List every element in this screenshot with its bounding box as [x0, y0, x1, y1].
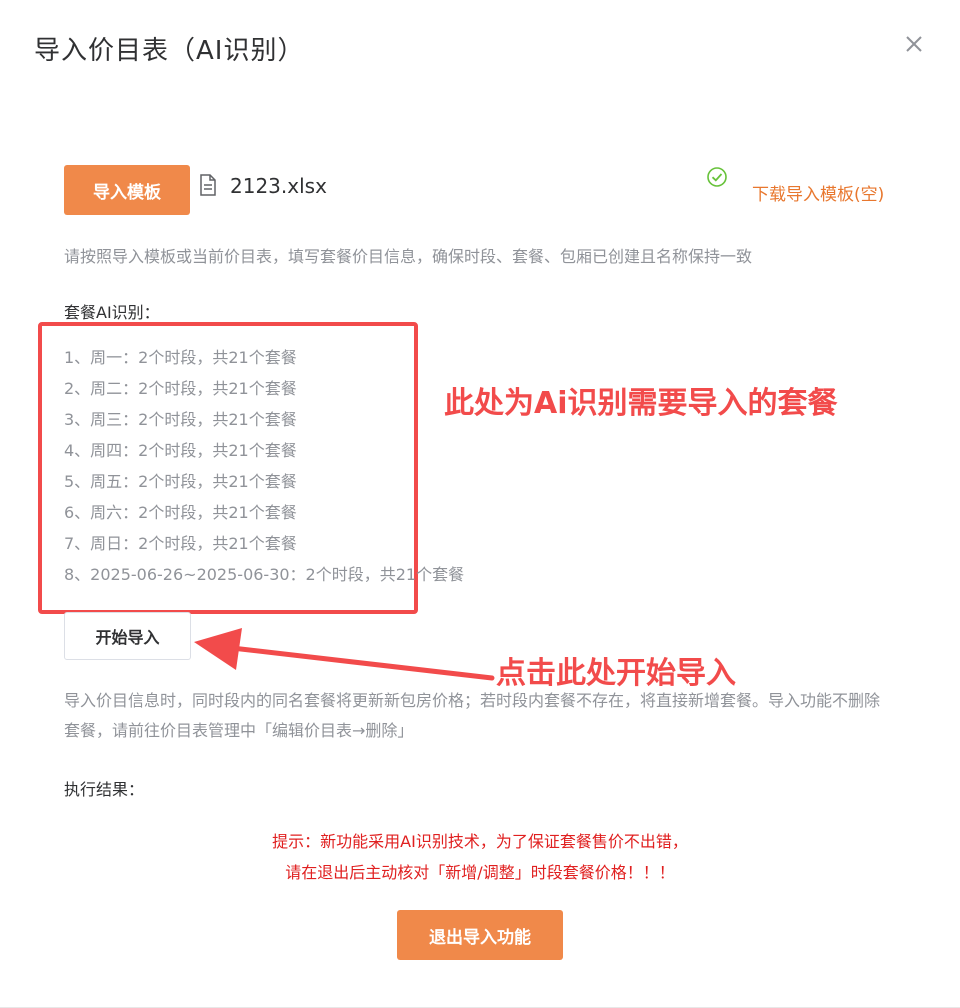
check-circle-icon [707, 167, 727, 187]
file-icon [200, 174, 216, 196]
list-item: 4、周四：2个时段，共21个套餐 [64, 441, 297, 460]
list-item: 8、2025-06-26~2025-06-30：2个时段，共21个套餐 [64, 565, 465, 584]
annotation-ai-note: 此处为Ai识别需要导入的套餐 [444, 386, 838, 421]
exit-import-button[interactable]: 退出导入功能 [397, 910, 563, 960]
list-item: 5、周五：2个时段，共21个套餐 [64, 472, 297, 491]
import-notice: 导入价目信息时，同时段内的同名套餐将更新新包房价格；若时段内套餐不存在，将直接新… [64, 691, 881, 740]
dialog-title: 导入价目表（AI识别） [34, 36, 305, 66]
start-import-button[interactable]: 开始导入 [64, 612, 191, 660]
tip-line-2: 请在退出后主动核对「新增/调整」时段套餐价格！！！ [285, 863, 675, 882]
ai-recognition-list: 1、周一：2个时段，共21个套餐 2、周二：2个时段，共21个套餐 3、周三：2… [64, 342, 464, 590]
import-hint: 请按照导入模板或当前价目表，填写套餐价目信息，确保时段、套餐、包厢已创建且名称保… [64, 247, 753, 266]
close-button[interactable] [900, 30, 930, 60]
list-item: 6、周六：2个时段，共21个套餐 [64, 503, 297, 522]
list-item: 2、周二：2个时段，共21个套餐 [64, 379, 297, 398]
tip-line-1: 提示：新功能采用AI识别技术，为了保证套餐售价不出错， [272, 832, 688, 851]
list-item: 3、周三：2个时段，共21个套餐 [64, 410, 297, 429]
download-template-link[interactable]: 下载导入模板(空) [752, 180, 884, 205]
file-name: 2123.xlsx [230, 174, 327, 198]
import-template-button[interactable]: 导入模板 [64, 165, 190, 215]
ai-recognition-label: 套餐AI识别： [64, 303, 160, 322]
list-item: 7、周日：2个时段，共21个套餐 [64, 534, 297, 553]
close-icon [906, 36, 922, 52]
result-label: 执行结果： [64, 780, 145, 799]
import-price-dialog: 导入价目表（AI识别） 导入模板 2123.xlsx 下载导入模板(空) 请按照… [0, 0, 960, 1008]
list-item: 1、周一：2个时段，共21个套餐 [64, 348, 297, 367]
